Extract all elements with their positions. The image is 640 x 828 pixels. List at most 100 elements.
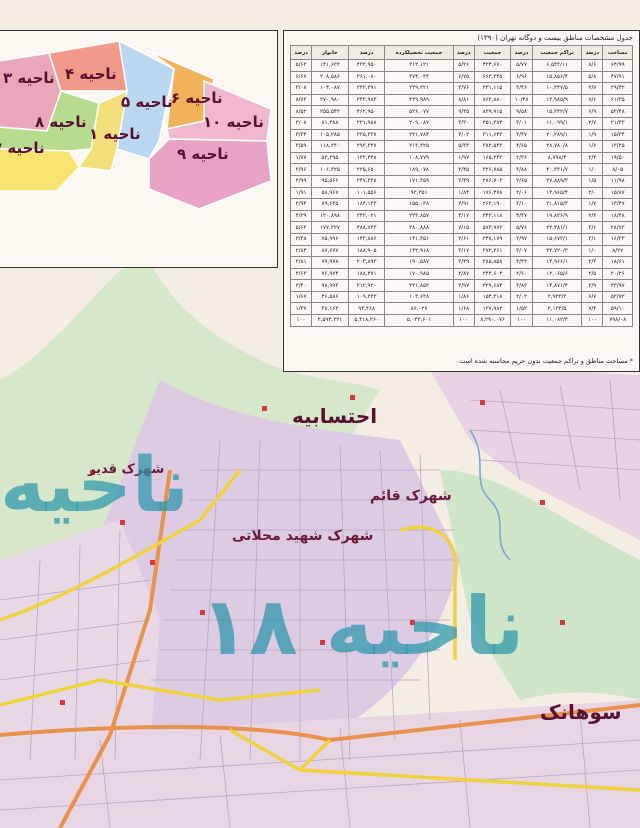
table-cell: ۲۷۲,۲۶۱: [473, 244, 512, 258]
table-cell: ۱۸/۴۸: [602, 209, 633, 223]
table-cell: ۱/۵۲: [510, 302, 533, 316]
table-cell: ۸/۷۳: [289, 93, 313, 107]
table-cell: ۸۶۲,۸۸۰: [473, 93, 512, 107]
table-cell: ۱۱۸,۲۴۰: [311, 140, 349, 153]
table-cell: ۳/۹۶: [289, 163, 313, 176]
table-row: ۱۶/۲۳ ۲/۱ ۱۵,۶۷۳/۱ ۲/۹۷ ۲۴۸,۱۷۹ ۲/۶۱ ۱۴۱,۳۵۱ ۱۴…: [289, 232, 633, 246]
table-cell: ۳۳۱,۱۱۵: [473, 82, 512, 95]
table-cell: ۲۴۷,۳۳۸: [347, 174, 386, 188]
table-cell: ۲۵۵,۵۴۳: [311, 105, 349, 118]
table-cell: ۱۰۹,۳۳۳: [347, 290, 386, 304]
table-cell: ۱۸۹,۰۷۸: [384, 163, 454, 176]
table-cell: ۱۴۲,۹۱۸: [384, 244, 454, 258]
table-cell: ۲/۳: [581, 209, 604, 223]
table-cell: ۲/۱: [581, 232, 604, 246]
table-cell: ۳۸۰,۸۸۸: [384, 221, 454, 234]
label-ehtesabieh[interactable]: احتسابیه: [292, 404, 377, 428]
label-shahrak-ghaem[interactable]: شهرک قائم: [370, 488, 452, 504]
table-cell: ۳/۸۳: [510, 279, 533, 292]
table-cell: ۱۵,۶۷۳/۱: [531, 232, 583, 246]
inset-label-n9: ناحیه ۹: [177, 145, 229, 163]
table-cell: ۱/۹۱: [289, 186, 313, 200]
table-cell: ۵۳,۲۹۵: [311, 151, 349, 165]
table-row: ۱۵/۳۴ ۱/۹ ۲۰,۲۸۹/۱ ۳/۳۷ ۳۱۱,۶۴۳ ۴/۰۲ ۲۲۱,۷۸۴ ۲۳…: [289, 128, 633, 142]
table-cell: ۳/۴۹: [452, 256, 475, 269]
table-cell: ۲۱/۳۳: [602, 116, 633, 130]
inset-label-n7: ناحیه ۷: [0, 139, 45, 157]
table-cell: ۲/۸۴: [289, 244, 313, 258]
table-cell: ۲/۹۷: [510, 232, 533, 246]
table-cell: ۱۹۰,۵۸۷: [384, 256, 454, 269]
table-cell: ۸,۲۹۰,۰۷۶: [473, 314, 512, 327]
table-body: ۶۴/۹۹ ۸/۶ ۶,۵۴۳/۱۱ ۵/۷۷ ۴۲۴,۶۷۰ ۵/۳۶ ۳۱۲,۱۲۱ ۴۳…: [289, 59, 633, 327]
inset-label-n3: ناحیه ۳: [3, 69, 55, 87]
table-cell: ۲/۹۹: [289, 174, 313, 188]
table-cell: ۷۶,۹۷۴: [311, 267, 349, 281]
table-cell: ۶,۵۴۳/۱۱: [531, 59, 583, 72]
table-cell: ۲/۶۱: [452, 232, 475, 246]
table-cell: ۱۵,۲۴۲/۷: [531, 105, 583, 118]
table-cell: ۱۳۲,۴۴۸: [347, 151, 386, 165]
table-cell: ۵,۰۴۳,۶۰۱: [384, 314, 454, 327]
label-shahid-mahallati[interactable]: شهرک شهید محلاتی: [232, 528, 373, 544]
table-cell: ۲۰/۲۶: [602, 267, 633, 281]
table-cell: ۲۳۱,۸۵۳: [384, 279, 454, 292]
table-cell: ۱۲۰,۸۹۸: [311, 209, 349, 223]
table-cell: ۹/۴۵: [452, 105, 475, 118]
table-cell: ۴۷/۹۱: [602, 70, 633, 84]
table-cell: ۳/۰۸: [289, 116, 313, 130]
table-cell: ۱/۷: [581, 198, 604, 211]
table-cell: ۸۷,۶۷۷: [311, 244, 349, 258]
table-header-cell: درصد: [581, 45, 604, 60]
table-cell: ۲/۹: [581, 279, 604, 292]
table-cell: ۱۰۰: [289, 314, 313, 327]
table-cell: ۳/۷: [581, 82, 604, 95]
table-cell: ۱۰/۴۸: [510, 93, 533, 107]
table-header-cell: درصد: [347, 45, 386, 60]
table-cell: ۱۱/۹۸: [602, 174, 633, 188]
table-cell: ۸۱,۲۸۸: [311, 116, 349, 130]
table-cell: ۹۵,۵۶۶: [311, 174, 349, 188]
table-header-cell: درصد: [289, 45, 313, 60]
table-cell: ۲۴۸,۱۷۹: [473, 232, 512, 246]
table-cell: ۲۷۰,۹۸۰: [311, 93, 349, 107]
table-header-cell: تراکم جمعیت: [531, 45, 583, 60]
table-row: ۵۳/۴۸ ۶/۹ ۱۵,۲۴۲/۷ ۹/۵۸ ۸۲۹,۹۱۵ ۹/۴۵ ۵۲۶,۰۷۷ ۴۶…: [289, 105, 633, 118]
table-cell: ۱۵۴,۳۱۸: [473, 290, 512, 304]
table-cell: ۳/۳۷: [510, 128, 533, 142]
table-cell: ۱۰۰: [510, 314, 533, 327]
table-row: ۱۹/۵۰ ۲/۴ ۸,۷۹۸/۴ ۲/۳۶ ۱۶۵,۲۴۳ ۱/۹۷ ۱۰۸,۷۷۹ ۱۳۲…: [289, 151, 633, 165]
table-cell: ۱/۶۷: [289, 290, 313, 304]
table-cell: ۳۲۶,۷۸۵: [473, 163, 512, 176]
table-cell: ۴۸۸,۷۲۳: [347, 221, 386, 234]
table-cell: ۱۴,۸۷۱/۴: [531, 279, 583, 292]
table-cell: ۱۷۱,۳۵۹: [384, 174, 454, 188]
table-cell: ۲/۵: [581, 267, 604, 281]
table-cell: ۳/۰۷: [510, 244, 533, 258]
table-cell: ۱۱,۰۸۲/۴: [531, 314, 583, 327]
table-cell: ۱۳/۴۷: [602, 198, 633, 211]
label-sohanak[interactable]: سوهانک: [540, 700, 622, 724]
table-cell: ۴۰,۳۳۱/۷: [531, 163, 583, 176]
district-watermark-west: ناحیه: [0, 440, 189, 529]
table-cell: ۱۶/۲۳: [602, 232, 633, 246]
table-cell: ۸,۷۹۸/۴: [531, 151, 583, 165]
table-row: ۵۲/۷۲ ۶/۷ ۲,۹۲۳/۳ ۲/۰۲ ۱۵۴,۳۱۸ ۱/۸۶ ۱۰۳,۶۳۸ ۱۰۹…: [289, 290, 633, 304]
table-cell: ۵۸,۹۶۷: [311, 186, 349, 200]
table-header-cell: مساحت: [602, 45, 633, 60]
table-cell: ۲,۵۹۴,۲۲۱: [311, 314, 349, 327]
table-cell: ۱۰,۳۴۷/۵: [531, 82, 583, 95]
table-cell: ۳/۱۰: [510, 198, 533, 211]
table-cell: ۱۸/۶۱: [602, 256, 633, 269]
table-row: ۲۱/۳۳ ۲/۷ ۱۱,۰۹۹/۱ ۳/۰۱ ۲۵۱,۳۸۴ ۳/۳۰ ۲۰۹,۰۸۷ ۲۲…: [289, 116, 633, 130]
table-row: ۱۸/۶۱ ۲/۳ ۱۳,۹۶۶/۱ ۳/۴۳ ۲۸۵,۸۵۸ ۳/۴۹ ۱۹۰,۵۸۷ ۲۰…: [289, 256, 633, 269]
table-cell: ۳/۴۹: [452, 174, 475, 188]
table-cell: ۲۴۴,۶۰۴: [473, 267, 512, 281]
table-cell: ۱/۰: [581, 163, 604, 176]
table-footnote: * مساحت مناطق و تراکم جمعیت بدون حریم مح…: [457, 357, 633, 365]
table-cell: ۸۶,۰۲۷: [384, 302, 454, 316]
table-cell: ۹۸,۹۹۳: [311, 279, 349, 292]
table-cell: ۶۶۳,۳۴۵: [473, 70, 512, 84]
table-cell: ۲۲۱,۷۸۴: [384, 128, 454, 142]
table-cell: ۳/۹۷: [452, 279, 475, 292]
